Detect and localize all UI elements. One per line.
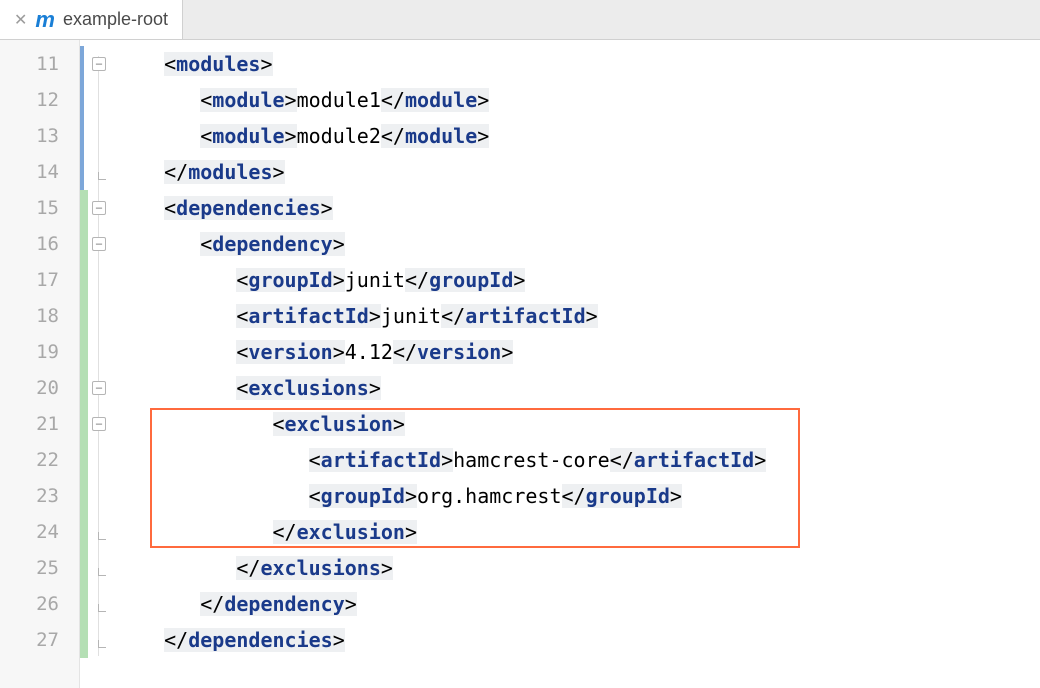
code-line[interactable]: <module>module2</module> — [128, 118, 1040, 154]
tab-label: example-root — [63, 9, 168, 30]
code-line[interactable]: </exclusions> — [128, 550, 1040, 586]
line-number: 26 — [0, 586, 79, 622]
code-line[interactable]: <artifactId>junit</artifactId> — [128, 298, 1040, 334]
line-number: 21 — [0, 406, 79, 442]
line-number: 25 — [0, 550, 79, 586]
gutter: 1112131415161718192021222324252627 — [0, 40, 80, 688]
line-number: 11 — [0, 46, 79, 82]
code-area[interactable]: <modules> <module>module1</module> <modu… — [80, 40, 1040, 688]
line-number: 20 — [0, 370, 79, 406]
code-line[interactable]: <groupId>org.hamcrest</groupId> — [128, 478, 1040, 514]
code-line[interactable]: </dependencies> — [128, 622, 1040, 658]
code-editor[interactable]: 1112131415161718192021222324252627 −−−−−… — [0, 40, 1040, 688]
line-number: 27 — [0, 622, 79, 658]
code-line[interactable]: </dependency> — [128, 586, 1040, 622]
code-line[interactable]: <dependency> — [128, 226, 1040, 262]
close-icon[interactable]: ✕ — [14, 10, 27, 30]
code-line[interactable]: <module>module1</module> — [128, 82, 1040, 118]
line-number: 13 — [0, 118, 79, 154]
line-number: 24 — [0, 514, 79, 550]
editor-tab[interactable]: ✕ m example-root — [0, 0, 183, 39]
line-number: 18 — [0, 298, 79, 334]
line-number: 12 — [0, 82, 79, 118]
maven-file-icon: m — [35, 7, 55, 33]
code-line[interactable]: <artifactId>hamcrest-core</artifactId> — [128, 442, 1040, 478]
line-number: 16 — [0, 226, 79, 262]
line-number: 17 — [0, 262, 79, 298]
code-line[interactable]: <exclusion> — [128, 406, 1040, 442]
code-line[interactable]: <modules> — [128, 46, 1040, 82]
line-number: 19 — [0, 334, 79, 370]
line-number: 22 — [0, 442, 79, 478]
code-line[interactable]: <groupId>junit</groupId> — [128, 262, 1040, 298]
line-number: 15 — [0, 190, 79, 226]
line-number: 23 — [0, 478, 79, 514]
code-line[interactable]: </exclusion> — [128, 514, 1040, 550]
code-line[interactable]: <exclusions> — [128, 370, 1040, 406]
code-line[interactable]: <dependencies> — [128, 190, 1040, 226]
code-line[interactable]: </modules> — [128, 154, 1040, 190]
code-line[interactable]: <version>4.12</version> — [128, 334, 1040, 370]
line-number: 14 — [0, 154, 79, 190]
tab-bar: ✕ m example-root — [0, 0, 1040, 40]
